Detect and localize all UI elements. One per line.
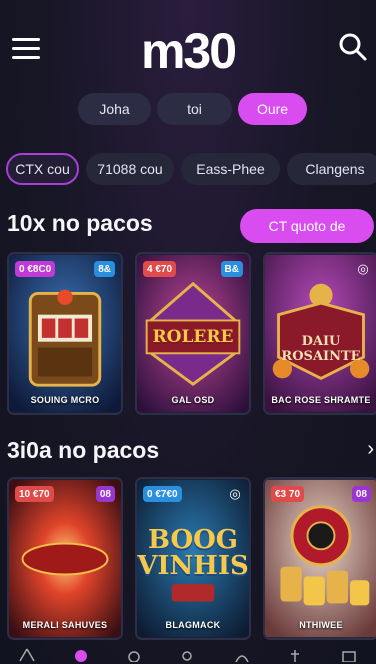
trophy-icon[interactable] [286,648,304,662]
game-tag: B& [220,261,243,277]
game-name: MERALI SAHUVES [22,620,108,630]
game-artwork-title: BOOG VINHIS [137,525,249,581]
casino-icon[interactable] [125,648,143,662]
active-dot-icon[interactable] [72,648,90,662]
chip-ctx[interactable]: CTX cou [6,153,79,185]
bottom-nav [0,642,376,664]
app-logo[interactable]: m30 [0,22,376,80]
favorite-icon[interactable]: ◎ [227,486,243,502]
game-card[interactable]: DAIU ROSAINTE ◎ BAC ROSE SHRAMTE [263,252,376,415]
segment-joha[interactable]: Joha [78,93,151,125]
game-row-1: 0 €8C0 8& SOUING MCRO ROLERE 4 €70 B& GA… [7,252,376,415]
search-icon[interactable] [338,32,368,62]
starburst-artwork [9,479,121,638]
game-badge: €3 70 [271,486,305,502]
game-tag: 08 [95,486,115,502]
game-card[interactable]: ROLERE 4 €70 B& GAL OSD [135,252,251,415]
game-card[interactable]: 10 €70 08 MERALI SAHUVES [7,477,123,640]
game-name: GAL OSD [171,395,215,405]
favorite-icon[interactable]: ◎ [355,261,371,277]
roulette-coins-artwork [265,479,376,638]
chevron-right-icon[interactable]: › [367,438,374,461]
game-tag: 8& [94,261,115,277]
search-icon[interactable] [179,648,197,662]
chip-71088[interactable]: 71088 cou [86,153,174,185]
chip-clangens[interactable]: Clangens [287,153,376,185]
section-title-2: 3i0a no pacos [7,437,160,463]
game-name: BLAGMACK [165,620,221,630]
game-artwork-title: DAIU ROSAINTE [281,334,361,364]
home-icon[interactable] [18,648,36,662]
app-header: m30 [0,0,376,92]
game-badge: 10 €70 [15,486,54,502]
segmented-control: Joha toi Oure [78,93,307,125]
filter-chips: CTX cou 71088 cou Eass-Phee Clangens [6,153,376,185]
wallet-icon[interactable] [340,648,358,662]
game-artwork-title: ROLERE [152,327,234,347]
game-card[interactable]: 0 €8C0 8& SOUING MCRO [7,252,123,415]
game-name: SOUING MCRO [30,395,100,405]
game-card[interactable]: BOOG VINHIS 0 €7€0 ◎ BLAGMACK [135,477,251,640]
slot-machine-artwork [9,254,121,413]
section-cta-button[interactable]: CT quoto de [240,209,374,243]
game-name: BAC ROSE SHRAMTE [271,395,371,405]
section-title-1: 10x no pacos [7,210,153,236]
game-tag: 08 [351,486,371,502]
game-card[interactable]: €3 70 08 NTHIWEE [263,477,376,640]
game-badge: 0 €8C0 [15,261,56,277]
game-badge: 0 €7€0 [143,486,182,502]
game-row-2: 10 €70 08 MERALI SAHUVES BOOG VINHIS 0 €… [7,477,376,640]
user-icon[interactable] [233,648,251,662]
chip-eass-phee[interactable]: Eass-Phee [181,153,280,185]
segment-toi[interactable]: toi [157,93,232,125]
segment-oure[interactable]: Oure [238,93,307,125]
game-name: NTHIWEE [299,620,343,630]
game-badge: 4 €70 [143,261,177,277]
